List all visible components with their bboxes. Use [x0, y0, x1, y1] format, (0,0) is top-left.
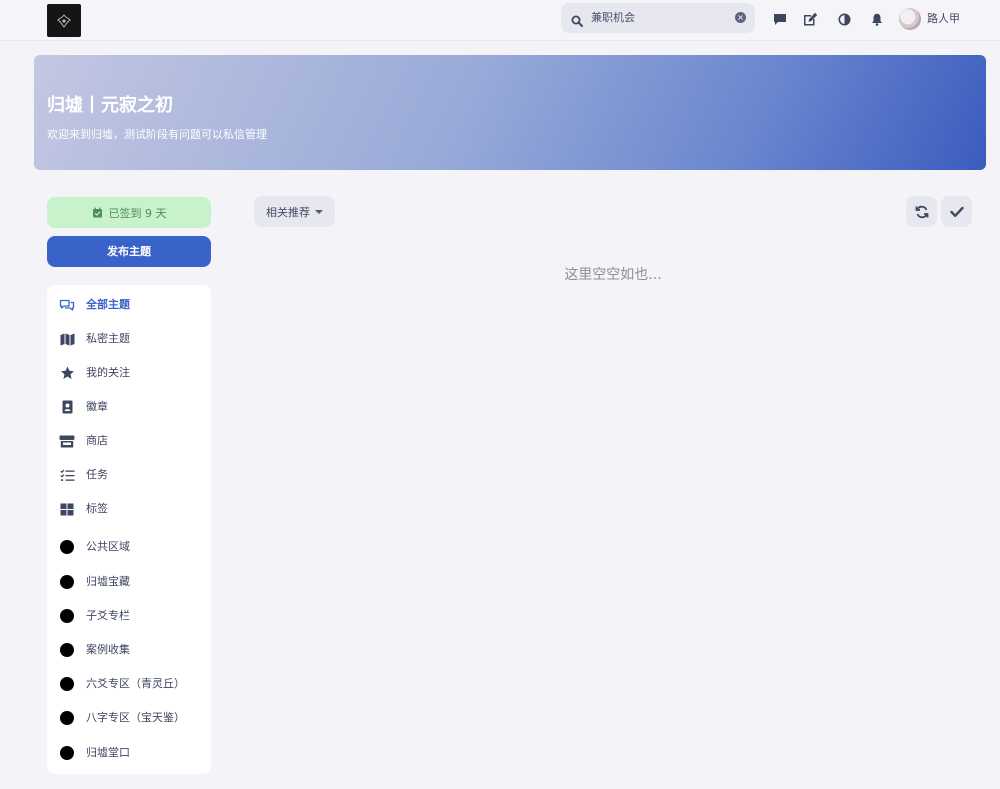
- tag-dot-icon: [59, 745, 75, 761]
- hero-banner: 归墟丨元寂之初 欢迎来到归墟，测试阶段有问题可以私信管理: [34, 55, 986, 170]
- compose-icon[interactable]: [802, 11, 818, 27]
- theme-toggle-icon[interactable]: [836, 11, 852, 27]
- sidebar-item-store[interactable]: 商店: [47, 428, 211, 454]
- sidebar-item-public-area[interactable]: 公共区域: [47, 534, 211, 560]
- mark-all-read-button[interactable]: [941, 196, 972, 227]
- tag-dot-icon: [59, 642, 75, 658]
- tag-dot-icon: [59, 574, 75, 590]
- tag-dot-icon: [59, 539, 75, 555]
- sidebar-item-badges[interactable]: 徽章: [47, 394, 211, 420]
- badge-icon: [59, 399, 75, 415]
- sidebar-item-following[interactable]: 我的关注: [47, 360, 211, 386]
- tasks-icon: [59, 467, 75, 483]
- logo-icon[interactable]: [47, 4, 81, 37]
- tag-dot-icon: [59, 710, 75, 726]
- site-title: 归墟丨元寂之初: [47, 95, 173, 116]
- refresh-icon: [915, 205, 928, 218]
- bell-icon[interactable]: [869, 11, 885, 27]
- store-icon: [59, 433, 75, 449]
- site-subtitle: 欢迎来到归墟，测试阶段有问题可以私信管理: [47, 128, 267, 141]
- refresh-button[interactable]: [906, 196, 937, 227]
- comments-icon: [59, 297, 75, 313]
- star-icon: [59, 365, 75, 381]
- search-icon: [571, 12, 583, 31]
- map-icon: [59, 331, 75, 347]
- tag-dot-icon: [59, 676, 75, 692]
- top-header: 兼职机会 × 路人甲: [0, 0, 1000, 41]
- chevron-down-icon: [315, 209, 323, 214]
- search-box[interactable]: 兼职机会 ×: [561, 3, 755, 33]
- sidebar-item-tags[interactable]: 标签: [47, 496, 211, 522]
- checkin-label: 已签到 9 天: [108, 206, 167, 220]
- sidebar-item-column[interactable]: 子爻专栏: [47, 603, 211, 629]
- empty-state-text: 这里空空如也...: [564, 267, 662, 283]
- sidebar-nav: 全部主题 私密主题 我的关注 徽章 商店 任务 标签 公共区域 归墟宝藏 子爻专…: [47, 285, 211, 774]
- tag-dot-icon: [59, 608, 75, 624]
- check-icon: [949, 206, 964, 217]
- sidebar-item-treasure[interactable]: 归墟宝藏: [47, 569, 211, 595]
- tags-icon: [59, 501, 75, 517]
- sort-dropdown[interactable]: 相关推荐: [254, 196, 335, 227]
- sidebar-item-liuyao[interactable]: 六爻专区（青灵丘）: [47, 671, 211, 697]
- sidebar-item-bazi[interactable]: 八字专区（宝天鉴）: [47, 705, 211, 731]
- sidebar-item-all-topics[interactable]: 全部主题: [47, 292, 211, 318]
- sidebar-item-cases[interactable]: 案例收集: [47, 637, 211, 663]
- avatar[interactable]: [899, 8, 921, 30]
- search-input[interactable]: 兼职机会: [591, 3, 635, 33]
- checkin-button[interactable]: 已签到 9 天: [47, 197, 211, 228]
- calendar-check-icon: [92, 207, 102, 218]
- message-icon[interactable]: [772, 11, 788, 27]
- sidebar-item-private-topics[interactable]: 私密主题: [47, 326, 211, 352]
- sidebar-item-hall[interactable]: 归墟堂口: [47, 740, 211, 766]
- clear-icon[interactable]: ×: [735, 12, 746, 23]
- publish-topic-button[interactable]: 发布主题: [47, 236, 211, 267]
- sort-label: 相关推荐: [266, 205, 310, 219]
- sidebar-item-tasks[interactable]: 任务: [47, 462, 211, 488]
- username[interactable]: 路人甲: [927, 8, 960, 30]
